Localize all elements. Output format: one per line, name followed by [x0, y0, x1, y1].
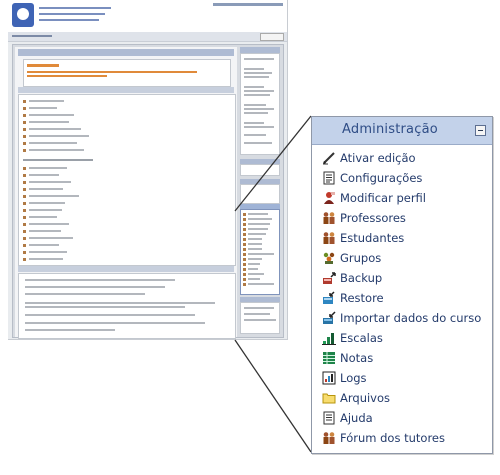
menu-item-label[interactable]: Importar dados do curso [340, 311, 481, 325]
administration-title: Administração [342, 122, 438, 137]
menu-item-ativar-edicao[interactable]: Ativar edição [312, 148, 492, 168]
menu-item-notas[interactable]: Notas [312, 348, 492, 368]
menu-item-label[interactable]: Estudantes [340, 231, 404, 245]
scales-icon [322, 333, 336, 345]
administration-menu: Ativar edição Configurações Modificar pe… [312, 148, 492, 448]
people-icon [323, 212, 335, 224]
edit-button [260, 33, 284, 41]
menu-item-label[interactable]: Ativar edição [340, 151, 416, 165]
menu-item-logs[interactable]: Logs [312, 368, 492, 388]
collapse-icon[interactable] [475, 125, 486, 136]
administration-header: Administração [312, 117, 492, 145]
menu-item-label[interactable]: Notas [340, 351, 373, 365]
backup-icon [323, 272, 336, 284]
restore-icon [323, 291, 335, 304]
pencil-icon [323, 152, 335, 165]
logs-icon [322, 371, 336, 385]
help-icon [323, 411, 335, 425]
main-column [15, 47, 237, 339]
site-logo [12, 3, 34, 27]
menu-item-modificar-perfil[interactable]: Modificar perfil [312, 188, 492, 208]
import-icon [323, 311, 336, 324]
menu-item-label[interactable]: Grupos [340, 251, 381, 265]
menu-item-label[interactable]: Fórum dos tutores [340, 431, 445, 445]
group-icon [323, 252, 335, 264]
menu-item-forum-dos-tutores[interactable]: Fórum dos tutores [312, 428, 492, 448]
menu-item-label[interactable]: Logs [340, 371, 367, 385]
site-header [8, 0, 287, 33]
menu-item-configuracoes[interactable]: Configurações [312, 168, 492, 188]
course-page-thumbnail [8, 0, 288, 340]
menu-item-escalas[interactable]: Escalas [312, 328, 492, 348]
administration-block: Administração Ativar edição Configuraçõe… [311, 116, 493, 454]
people-icon [323, 232, 335, 244]
folder-icon [322, 393, 336, 404]
menu-item-restore[interactable]: Restore [312, 288, 492, 308]
menu-item-label[interactable]: Configurações [340, 171, 422, 185]
people-icon [323, 432, 335, 444]
menu-item-label[interactable]: Arquivos [340, 391, 390, 405]
menu-item-label[interactable]: Professores [340, 211, 406, 225]
menu-item-label[interactable]: Ajuda [340, 411, 373, 425]
menu-item-ajuda[interactable]: Ajuda [312, 408, 492, 428]
document-icon [323, 171, 335, 185]
menu-item-label[interactable]: Restore [340, 291, 384, 305]
menu-item-label[interactable]: Backup [340, 271, 382, 285]
menu-item-importar-dados-do-curso[interactable]: Importar dados do curso [312, 308, 492, 328]
menu-item-grupos[interactable]: Grupos [312, 248, 492, 268]
menu-item-label[interactable]: Modificar perfil [340, 191, 426, 205]
menu-item-backup[interactable]: Backup [312, 268, 492, 288]
menu-item-estudantes[interactable]: Estudantes [312, 228, 492, 248]
menu-item-arquivos[interactable]: Arquivos [312, 388, 492, 408]
breadcrumb-bar [8, 32, 287, 42]
menu-item-label[interactable]: Escalas [340, 331, 383, 345]
side-column [240, 47, 280, 337]
menu-item-professores[interactable]: Professores [312, 208, 492, 228]
profile-icon [324, 192, 335, 204]
grades-icon [323, 352, 335, 364]
